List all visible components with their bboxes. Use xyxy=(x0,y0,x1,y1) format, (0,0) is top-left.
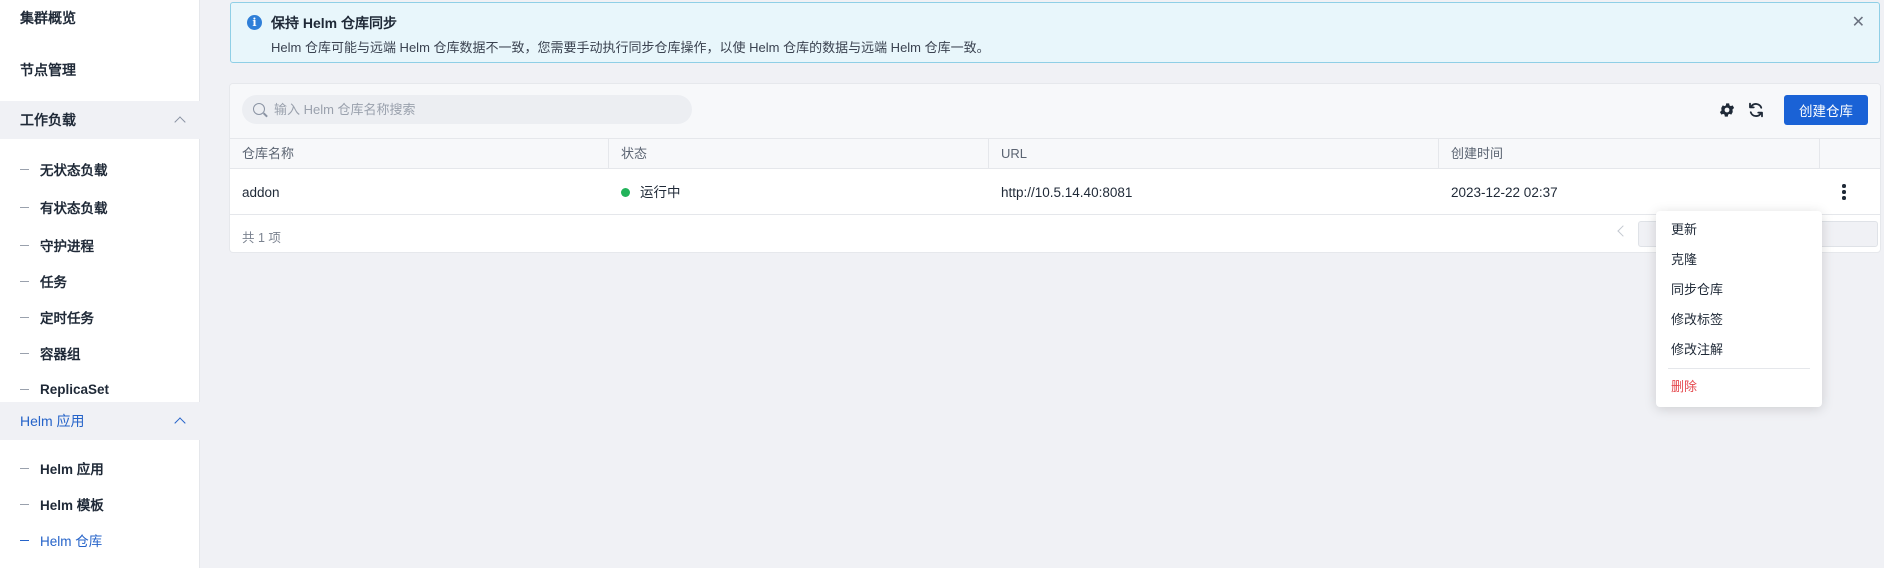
menu-item-edit-labels[interactable]: 修改标签 xyxy=(1656,306,1822,334)
repo-list-panel: 创建仓库 仓库名称 状态 URL 创建时间 addon 运行中 http://1… xyxy=(230,84,1880,252)
search-box[interactable] xyxy=(242,95,692,124)
sidebar-group-helm-apps[interactable]: Helm 应用 xyxy=(0,402,200,440)
toolbar: 创建仓库 xyxy=(230,84,1880,139)
sidebar-item-label: 集群概览 xyxy=(20,10,76,26)
column-header-actions xyxy=(1820,139,1880,169)
sidebar-item-label: ReplicaSet xyxy=(40,381,110,397)
sidebar-item-label: Helm 仓库 xyxy=(40,534,103,549)
status-dot-icon xyxy=(621,188,630,197)
sidebar-item-cluster-overview[interactable]: 集群概览 xyxy=(0,0,200,36)
sidebar-item-cronjobs[interactable]: 定时任务 xyxy=(0,304,200,330)
sidebar-item-label: 定时任务 xyxy=(40,311,94,326)
sidebar-item-label: Helm 模板 xyxy=(40,498,104,513)
sidebar-item-label: 无状态负载 xyxy=(40,163,108,178)
sidebar-item-pods[interactable]: 容器组 xyxy=(0,340,200,366)
chevron-up-icon xyxy=(174,417,186,429)
sidebar-item-helm-apps[interactable]: Helm 应用 xyxy=(0,455,200,481)
sidebar-item-label: Helm 应用 xyxy=(40,462,104,477)
sidebar-item-label: 节点管理 xyxy=(20,62,76,78)
dash-icon xyxy=(20,539,29,541)
menu-item-edit-annotations[interactable]: 修改注解 xyxy=(1656,336,1822,364)
chevron-left-icon[interactable] xyxy=(1617,225,1629,237)
sidebar-item-label: 有状态负载 xyxy=(40,201,108,216)
sidebar-item-helm-templates[interactable]: Helm 模板 xyxy=(0,491,200,517)
search-input[interactable] xyxy=(274,95,674,124)
menu-divider xyxy=(1668,368,1810,369)
sidebar-item-label: 守护进程 xyxy=(40,239,94,254)
info-icon: i xyxy=(247,15,262,30)
column-header-name[interactable]: 仓库名称 xyxy=(230,139,609,169)
dash-icon xyxy=(20,388,29,390)
more-actions-icon[interactable] xyxy=(1841,184,1847,202)
status-cell: 运行中 xyxy=(609,170,989,215)
dash-icon xyxy=(20,352,29,354)
column-header-status[interactable]: 状态 xyxy=(609,139,989,169)
created-time-cell: 2023-12-22 02:37 xyxy=(1451,185,1558,200)
sidebar-group-label: Helm 应用 xyxy=(20,413,85,429)
dash-icon xyxy=(20,280,29,282)
menu-item-sync-repo[interactable]: 同步仓库 xyxy=(1656,276,1822,304)
table-footer: 共 1 项 xyxy=(230,215,1880,252)
status-text: 运行中 xyxy=(640,185,681,200)
sidebar-item-jobs[interactable]: 任务 xyxy=(0,268,200,294)
sidebar-item-deployments[interactable]: 无状态负载 xyxy=(0,156,200,182)
dash-icon xyxy=(20,467,29,469)
sidebar-item-replicasets[interactable]: ReplicaSet xyxy=(0,376,200,402)
sidebar-item-label: 容器组 xyxy=(40,347,81,362)
table-header: 仓库名称 状态 URL 创建时间 xyxy=(230,139,1880,169)
column-header-url[interactable]: URL xyxy=(989,139,1439,169)
table-row[interactable]: addon 运行中 http://10.5.14.40:8081 2023-12… xyxy=(230,170,1880,215)
sidebar-item-label: 任务 xyxy=(40,275,67,290)
dash-icon xyxy=(20,316,29,318)
create-repo-button[interactable]: 创建仓库 xyxy=(1784,95,1868,125)
sidebar-group-label: 工作负载 xyxy=(20,112,76,128)
dash-icon xyxy=(20,206,29,208)
total-count: 共 1 项 xyxy=(242,231,281,245)
close-icon[interactable]: ✕ xyxy=(1852,12,1865,32)
chevron-up-icon xyxy=(174,116,186,128)
sync-alert: i 保持 Helm 仓库同步 Helm 仓库可能与远端 Helm 仓库数据不一致… xyxy=(230,2,1880,63)
row-action-menu: 更新 克隆 同步仓库 修改标签 修改注解 删除 xyxy=(1656,211,1822,407)
menu-item-delete[interactable]: 删除 xyxy=(1656,373,1822,401)
search-icon xyxy=(253,103,265,115)
column-header-created[interactable]: 创建时间 xyxy=(1439,139,1820,169)
menu-item-clone[interactable]: 克隆 xyxy=(1656,246,1822,274)
dash-icon xyxy=(20,503,29,505)
refresh-icon[interactable] xyxy=(1747,101,1765,119)
sidebar-item-statefulsets[interactable]: 有状态负载 xyxy=(0,194,200,220)
sidebar: 集群概览 节点管理 工作负载 无状态负载 有状态负载 守护进程 任务 定时任务 … xyxy=(0,0,200,568)
repo-name-cell[interactable]: addon xyxy=(230,170,609,215)
sidebar-item-daemonsets[interactable]: 守护进程 xyxy=(0,232,200,258)
sidebar-group-workloads[interactable]: 工作负载 xyxy=(0,101,200,139)
alert-title: 保持 Helm 仓库同步 xyxy=(271,15,398,31)
gear-icon[interactable] xyxy=(1718,101,1736,119)
menu-item-update[interactable]: 更新 xyxy=(1656,216,1822,244)
alert-description: Helm 仓库可能与远端 Helm 仓库数据不一致，您需要手动执行同步仓库操作，… xyxy=(271,40,990,55)
sidebar-item-helm-repos[interactable]: Helm 仓库 xyxy=(0,527,200,553)
dash-icon xyxy=(20,244,29,246)
url-cell: http://10.5.14.40:8081 xyxy=(1001,185,1133,200)
dash-icon xyxy=(20,168,29,170)
sidebar-item-node-management[interactable]: 节点管理 xyxy=(0,52,200,88)
